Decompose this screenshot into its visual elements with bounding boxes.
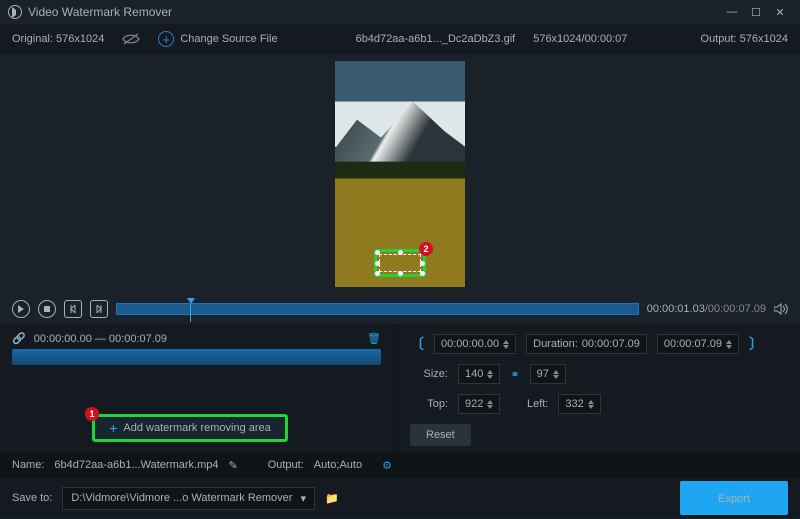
- app-logo-icon: [8, 5, 22, 19]
- source-meta: 576x1024/00:00:07: [533, 33, 627, 45]
- saveto-label: Save to:: [12, 492, 52, 504]
- callout-badge-2: 2: [419, 242, 433, 256]
- output-value: Auto;Auto: [314, 459, 362, 471]
- export-bar: Save to: D:\Vidmore\Vidmore ...o Waterma…: [0, 478, 800, 518]
- left-input[interactable]: 332: [558, 394, 600, 414]
- name-value: 6b4d72aa-a6b1...Watermark.mp4: [54, 459, 218, 471]
- minimize-button[interactable]: —: [720, 0, 744, 24]
- output-label: Output:: [268, 459, 304, 471]
- preview-area: 2: [0, 54, 800, 294]
- edit-name-icon[interactable]: ✎: [228, 459, 237, 472]
- source-filename: 6b4d72aa-a6b1..._Dc2aDbZ3.gif: [356, 33, 516, 45]
- watermark-selection-box[interactable]: 2: [374, 249, 426, 277]
- add-watermark-area-button[interactable]: 1 + Add watermark removing area: [92, 414, 288, 442]
- width-input[interactable]: 140: [458, 364, 500, 384]
- link-dimensions-icon[interactable]: ⚭: [510, 368, 519, 381]
- lower-panel: 🔗 00:00:00.00 — 00:00:07.09 🗑 1 + Add wa…: [0, 324, 800, 452]
- plus-circle-icon: +: [158, 31, 174, 47]
- app-title: Video Watermark Remover: [28, 5, 720, 19]
- delete-clip-icon[interactable]: 🗑: [367, 332, 381, 345]
- maximize-button[interactable]: ☐: [744, 0, 768, 24]
- video-preview[interactable]: 2: [335, 61, 465, 287]
- output-dimensions: Output: 576x1024: [701, 33, 788, 45]
- play-button[interactable]: [12, 300, 30, 318]
- properties-panel: 〔 00:00:00.00 Duration:00:00:07.09 00:00…: [394, 324, 800, 452]
- toggle-preview-icon[interactable]: [122, 33, 140, 45]
- export-button[interactable]: Export: [680, 481, 788, 515]
- close-button[interactable]: ✕: [768, 0, 792, 24]
- mark-out-button[interactable]: [90, 300, 108, 318]
- saveto-path[interactable]: D:\Vidmore\Vidmore ...o Watermark Remove…: [62, 487, 315, 510]
- timecode: 00:00:01.03/00:00:07.09: [647, 303, 766, 315]
- range-end-input[interactable]: 00:00:07.09: [657, 334, 739, 354]
- add-watermark-area-label: Add watermark removing area: [123, 422, 270, 434]
- plus-icon: +: [109, 420, 117, 436]
- left-label: Left:: [510, 398, 548, 410]
- reset-button[interactable]: Reset: [410, 424, 471, 446]
- top-label: Top:: [410, 398, 448, 410]
- attach-icon[interactable]: 🔗: [12, 332, 26, 345]
- open-folder-icon[interactable]: 📁: [325, 492, 339, 505]
- stop-button[interactable]: [38, 300, 56, 318]
- range-start-bracket[interactable]: 〔: [410, 334, 424, 354]
- size-label: Size:: [410, 368, 448, 380]
- playhead-icon[interactable]: [187, 298, 195, 304]
- clip-range: 00:00:00.00 — 00:00:07.09: [34, 333, 167, 345]
- output-settings-icon[interactable]: ⚙: [382, 459, 392, 472]
- name-label: Name:: [12, 459, 44, 471]
- range-start-input[interactable]: 00:00:00.00: [434, 334, 516, 354]
- chevron-down-icon[interactable]: ▾: [300, 492, 306, 505]
- callout-badge-1: 1: [85, 407, 99, 421]
- file-info-bar: Name: 6b4d72aa-a6b1...Watermark.mp4 ✎ Ou…: [0, 452, 800, 478]
- clips-panel: 🔗 00:00:00.00 — 00:00:07.09 🗑 1 + Add wa…: [0, 324, 394, 452]
- titlebar: Video Watermark Remover — ☐ ✕: [0, 0, 800, 24]
- change-source-button[interactable]: + Change Source File: [158, 31, 277, 47]
- height-input[interactable]: 97: [530, 364, 566, 384]
- clip-bar[interactable]: [12, 349, 381, 365]
- original-dimensions: Original: 576x1024: [12, 33, 104, 45]
- mark-in-button[interactable]: [64, 300, 82, 318]
- volume-icon[interactable]: [774, 303, 788, 315]
- range-end-bracket[interactable]: 〕: [749, 334, 763, 354]
- change-source-label: Change Source File: [180, 33, 277, 45]
- info-bar: Original: 576x1024 + Change Source File …: [0, 24, 800, 54]
- duration-input[interactable]: Duration:00:00:07.09: [526, 334, 647, 354]
- transport-bar: 00:00:01.03/00:00:07.09: [0, 294, 800, 324]
- top-input[interactable]: 922: [458, 394, 500, 414]
- timeline-scrubber[interactable]: [116, 303, 639, 315]
